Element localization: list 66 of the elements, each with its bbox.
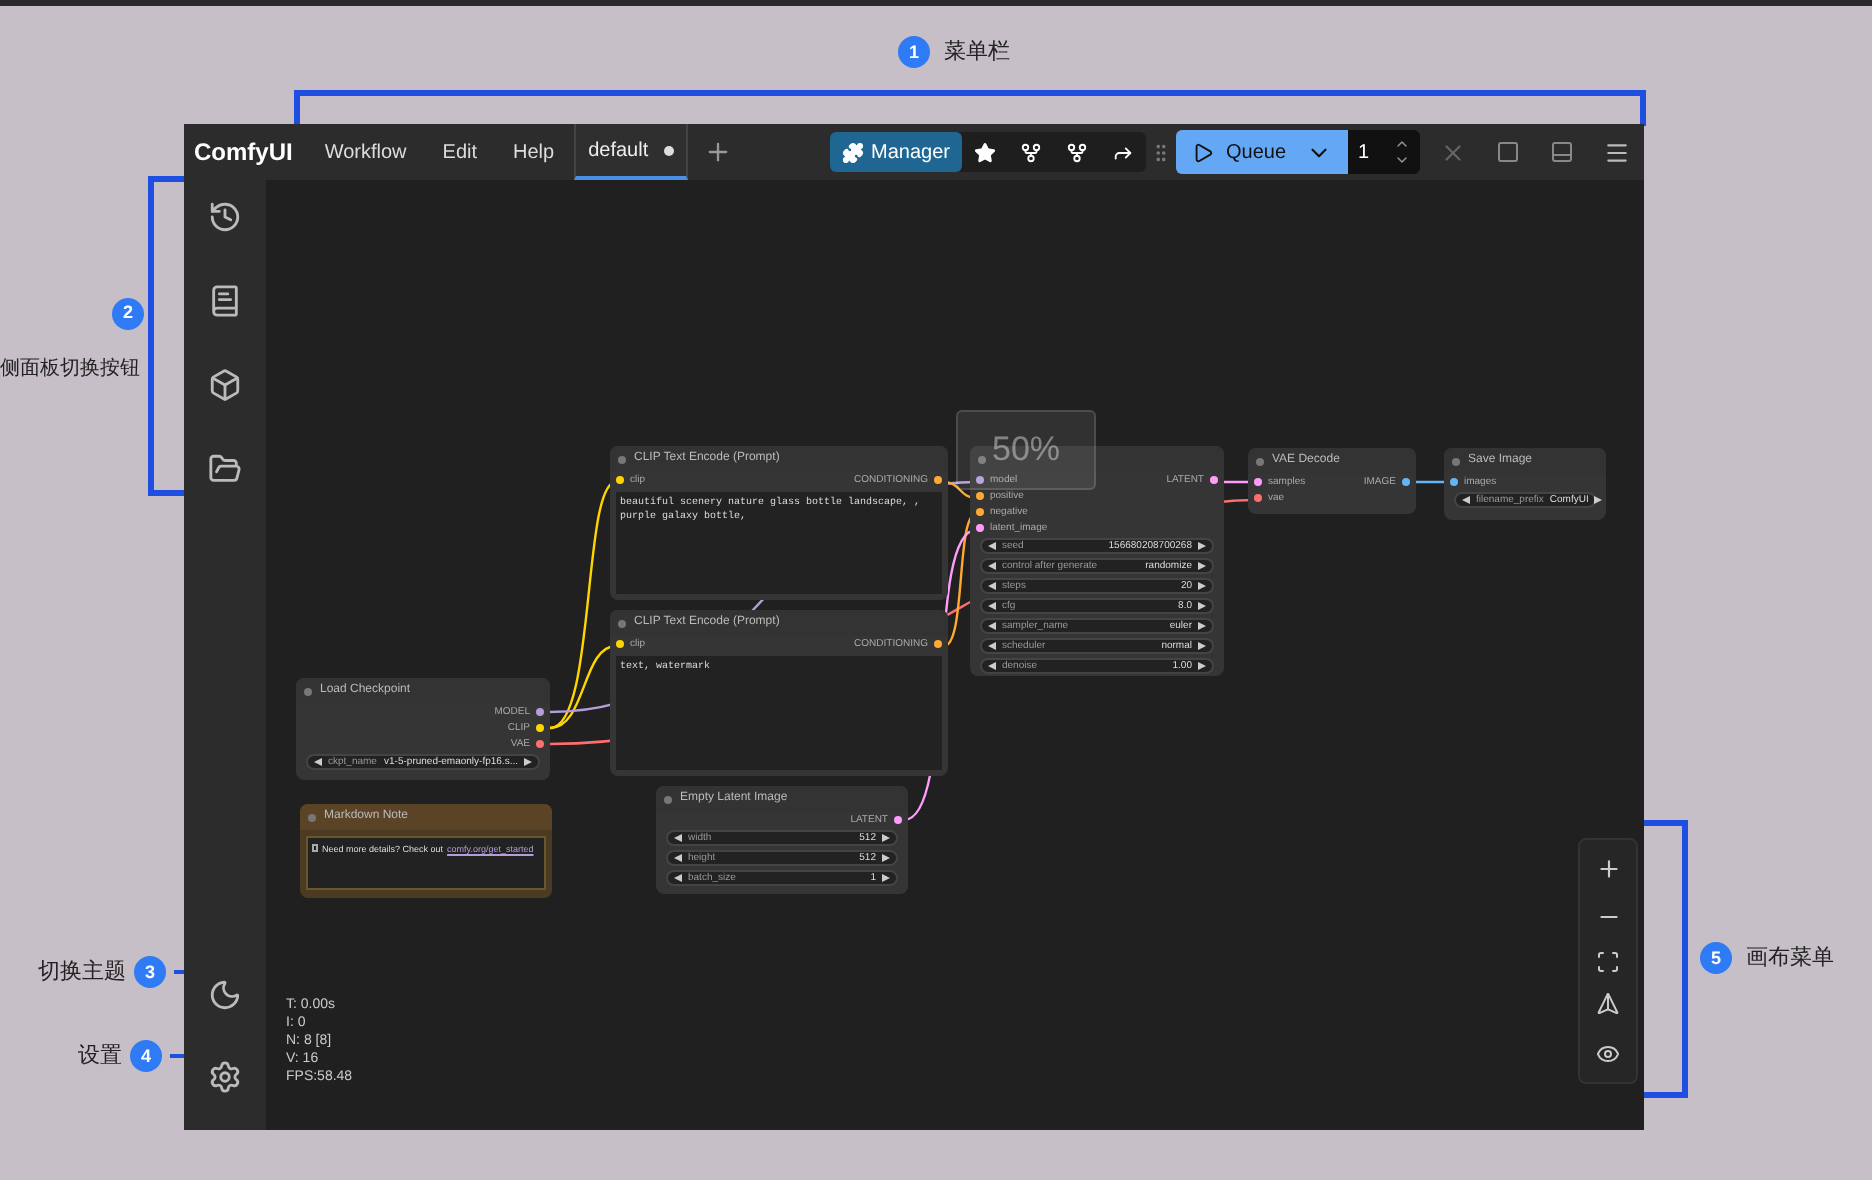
fit-view-icon[interactable]	[1596, 950, 1620, 975]
zoom-in-icon[interactable]	[1595, 856, 1621, 883]
increment-arrow-icon[interactable]	[1198, 622, 1206, 630]
callout-label: 菜单栏	[944, 38, 1010, 68]
checkbox-icon	[312, 844, 318, 852]
callout-label: 画布菜单	[1746, 944, 1834, 974]
decrement-arrow-icon[interactable]	[988, 622, 996, 630]
decrement-arrow-icon[interactable]	[674, 874, 682, 882]
decrement-arrow-icon[interactable]	[988, 542, 996, 550]
drag-handle-icon[interactable]	[1150, 141, 1172, 163]
workflow-tab[interactable]: default	[574, 124, 689, 180]
decrement-arrow-icon[interactable]	[988, 602, 996, 610]
eye-icon[interactable]	[1596, 1041, 1620, 1066]
play-icon	[1192, 141, 1214, 163]
folder-icon[interactable]	[208, 452, 242, 486]
increment-icon[interactable]	[1394, 136, 1410, 152]
callout-number: 4	[130, 1040, 162, 1073]
menu-item[interactable]: Help	[497, 130, 571, 174]
increment-arrow-icon[interactable]	[1594, 496, 1603, 504]
decrement-arrow-icon[interactable]	[1462, 496, 1470, 504]
queue-button[interactable]: Queue	[1176, 130, 1348, 174]
star-icon[interactable]	[974, 141, 996, 163]
increment-arrow-icon[interactable]	[882, 874, 890, 882]
increment-arrow-icon[interactable]	[1198, 662, 1206, 670]
callout-number: 2	[112, 298, 144, 330]
decrement-arrow-icon[interactable]	[988, 662, 996, 670]
increment-arrow-icon[interactable]	[1198, 582, 1206, 590]
decrement-arrow-icon[interactable]	[988, 582, 996, 590]
increment-arrow-icon[interactable]	[882, 834, 890, 842]
callout-label: 切换主题	[38, 957, 126, 988]
book-icon[interactable]	[208, 284, 242, 318]
new-tab-icon[interactable]	[704, 138, 733, 166]
decrement-arrow-icon[interactable]	[314, 758, 322, 766]
callout-number: 5	[1700, 942, 1732, 975]
bottom-panel-icon[interactable]	[1550, 140, 1574, 164]
close-icon[interactable]	[1440, 139, 1466, 165]
decrement-arrow-icon[interactable]	[674, 834, 682, 842]
decrement-arrow-icon[interactable]	[988, 642, 996, 650]
app-logo: ComfyUI	[194, 136, 293, 170]
decrement-arrow-icon[interactable]	[988, 562, 996, 570]
settings-icon[interactable]	[208, 1060, 242, 1094]
manager-button[interactable]: Manager	[829, 132, 962, 172]
decrement-arrow-icon[interactable]	[674, 854, 682, 862]
increment-arrow-icon[interactable]	[524, 758, 532, 766]
cube-icon[interactable]	[208, 368, 242, 402]
callout-number: 3	[134, 956, 166, 989]
increment-arrow-icon[interactable]	[1198, 542, 1206, 550]
menu-item[interactable]: Workflow	[308, 130, 423, 174]
callout-label: 侧面板切换按钮	[0, 355, 140, 384]
menu-icon[interactable]	[1604, 139, 1630, 165]
increment-arrow-icon[interactable]	[882, 854, 890, 862]
fork-icon[interactable]	[1066, 141, 1088, 163]
callout-label: 设置	[78, 1042, 122, 1072]
increment-arrow-icon[interactable]	[1198, 602, 1206, 610]
callout-number: 1	[898, 36, 930, 69]
puzzle-icon	[841, 141, 864, 163]
fork-icon[interactable]	[1020, 141, 1042, 163]
history-icon[interactable]	[208, 200, 242, 234]
menu-item[interactable]: Edit	[426, 130, 494, 174]
square-icon[interactable]	[1496, 140, 1520, 164]
increment-arrow-icon[interactable]	[1198, 642, 1206, 650]
share-arrow-icon[interactable]	[1112, 141, 1134, 163]
increment-arrow-icon[interactable]	[1198, 562, 1206, 570]
batch-count-field[interactable]: 1	[1348, 130, 1420, 174]
moon-icon[interactable]	[208, 978, 242, 1012]
decrement-icon[interactable]	[1394, 152, 1410, 168]
